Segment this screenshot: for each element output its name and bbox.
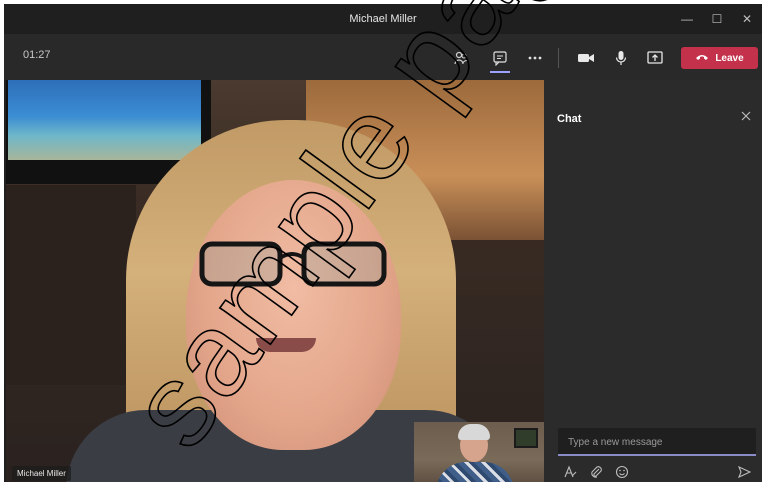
emoji-icon[interactable]: [614, 464, 630, 480]
send-message-icon[interactable]: [736, 464, 752, 480]
chat-panel-title: Chat: [557, 113, 582, 125]
chat-message-input[interactable]: Type a new message: [558, 428, 756, 456]
tv-aquarium-screen: [8, 80, 201, 160]
participant-name-tag: Michael Miller: [12, 466, 71, 481]
chat-active-indicator: [490, 71, 510, 73]
attach-file-icon[interactable]: [588, 464, 604, 480]
window-controls: — ☐ ✕: [672, 4, 762, 34]
microphone-icon[interactable]: [610, 47, 632, 69]
participant-glasses: [199, 241, 387, 287]
self-view-video: [414, 422, 544, 482]
minimize-button[interactable]: —: [672, 4, 702, 34]
meeting-timer: 01:27: [23, 49, 51, 61]
self-view-hair: [458, 424, 490, 440]
close-window-button[interactable]: ✕: [732, 4, 762, 34]
teams-meeting-window: Michael Miller — ☐ ✕ 01:27 Leave Michael…: [4, 4, 762, 482]
more-options-icon[interactable]: [524, 47, 546, 69]
share-screen-icon[interactable]: [644, 47, 666, 69]
window-title: Michael Miller: [349, 13, 417, 25]
phone-hangup-icon: [695, 52, 709, 65]
chat-panel: Chat Type a new message: [544, 80, 762, 482]
maximize-button[interactable]: ☐: [702, 4, 732, 34]
participant-mouth: [256, 338, 316, 352]
chat-compose-actions: [562, 464, 630, 480]
format-text-icon[interactable]: [562, 464, 578, 480]
participants-icon[interactable]: [450, 47, 472, 69]
chat-icon[interactable]: [489, 47, 511, 69]
toolbar-separator: [558, 48, 559, 68]
self-view-shirt: [436, 462, 514, 482]
background-picture-frame: [514, 428, 538, 448]
title-bar: Michael Miller — ☐ ✕: [4, 4, 762, 34]
meeting-toolbar: 01:27 Leave: [4, 34, 762, 80]
camera-icon[interactable]: [575, 47, 597, 69]
participant-face: [186, 180, 401, 450]
leave-button[interactable]: Leave: [681, 47, 758, 69]
leave-label: Leave: [715, 52, 744, 64]
close-chat-icon[interactable]: [738, 108, 754, 124]
background-shelf: [6, 185, 136, 385]
